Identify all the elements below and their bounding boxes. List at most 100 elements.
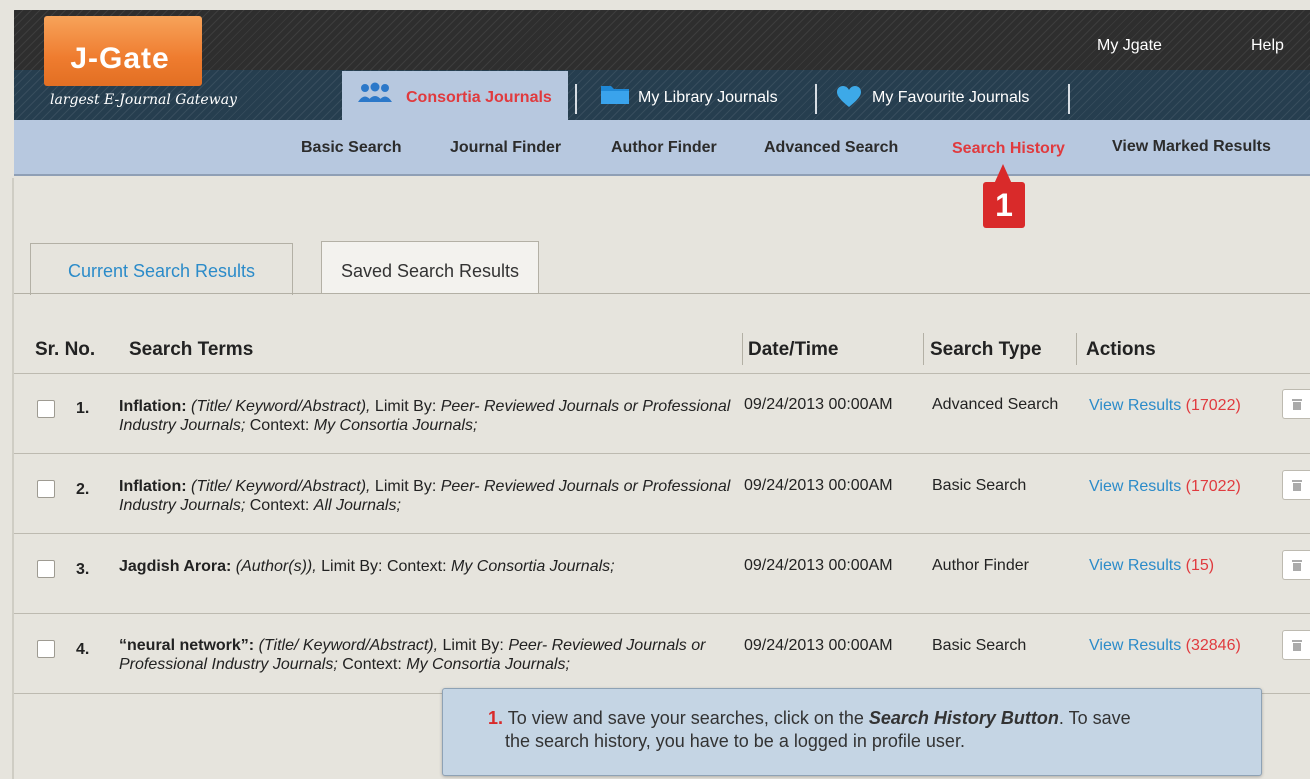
term-fields: (Title/ Keyword/Abstract), xyxy=(191,398,371,415)
delete-button[interactable] xyxy=(1282,630,1310,660)
tab-divider xyxy=(575,84,577,114)
row-number: 3. xyxy=(76,561,90,578)
header-sr-no: Sr. No. xyxy=(35,339,96,360)
instruction-part-1: To view and save your searches, click on… xyxy=(503,708,869,728)
column-separator xyxy=(742,333,743,365)
tabs-divider xyxy=(14,293,1310,294)
nav-basic-search[interactable]: Basic Search xyxy=(301,139,402,157)
search-type: Basic Search xyxy=(932,477,1027,494)
result-count: (17022) xyxy=(1185,397,1241,414)
result-count: (32846) xyxy=(1185,637,1241,654)
result-count: (15) xyxy=(1185,557,1215,574)
nav-advanced-search[interactable]: Advanced Search xyxy=(764,139,898,157)
row-divider xyxy=(14,453,1310,454)
search-datetime: 09/24/2013 00:00AM xyxy=(744,477,893,494)
term-fields: (Title/ Keyword/Abstract), xyxy=(191,478,371,495)
instruction-text: 1. To view and save your searches, click… xyxy=(488,707,1228,753)
search-type: Author Finder xyxy=(932,557,1029,574)
callout-arrow xyxy=(994,164,1012,184)
row-divider xyxy=(14,533,1310,534)
instruction-emphasis: Search History Button xyxy=(868,708,1059,728)
logo-tagline: largest E-Journal Gateway xyxy=(50,92,237,108)
folder-icon xyxy=(601,86,629,104)
term: Inflation: xyxy=(119,478,187,495)
term-fields: (Author(s)), xyxy=(235,558,317,575)
view-results-link[interactable]: View Results (17022) xyxy=(1089,397,1241,415)
header-search-terms: Search Terms xyxy=(129,339,254,360)
people-icon xyxy=(358,82,392,102)
row-checkbox[interactable] xyxy=(37,640,55,658)
search-terms: Jagdish Arora: (Author(s)), Limit By: Co… xyxy=(119,557,739,576)
context-value: My Consortia Journals; xyxy=(406,656,570,673)
delete-button[interactable] xyxy=(1282,389,1310,419)
nav-journal-finder[interactable]: Journal Finder xyxy=(450,139,561,157)
row-number: 4. xyxy=(76,641,90,658)
row-divider xyxy=(14,613,1310,614)
term: Inflation: xyxy=(119,398,187,415)
delete-button[interactable] xyxy=(1282,470,1310,500)
tab-saved-search-results[interactable]: Saved Search Results xyxy=(321,241,539,294)
tab-my-favourite-label[interactable]: My Favourite Journals xyxy=(872,89,1029,107)
nav-author-finder[interactable]: Author Finder xyxy=(611,139,717,157)
search-type: Basic Search xyxy=(932,637,1027,654)
context-value: My Consortia Journals; xyxy=(450,558,615,575)
search-terms: Inflation: (Title/ Keyword/Abstract), Li… xyxy=(119,397,739,435)
tab-divider xyxy=(1068,84,1070,114)
context-value: All Journals; xyxy=(313,497,401,514)
header-date-time: Date/Time xyxy=(748,339,839,360)
row-number: 2. xyxy=(76,481,90,498)
trash-icon xyxy=(1292,480,1302,491)
context-label: Context: xyxy=(249,417,310,434)
header-search-type: Search Type xyxy=(930,339,1042,360)
instruction-part-2: . To save xyxy=(1058,708,1131,728)
logo-text: J-Gate xyxy=(70,42,170,75)
row-divider xyxy=(14,373,1310,374)
row-checkbox[interactable] xyxy=(37,560,55,578)
trash-icon xyxy=(1292,560,1302,571)
result-count: (17022) xyxy=(1185,478,1241,495)
tab-my-library-label[interactable]: My Library Journals xyxy=(638,89,778,107)
tab-consortia-label: Consortia Journals xyxy=(406,89,552,106)
content-border xyxy=(12,178,14,779)
row-checkbox[interactable] xyxy=(37,480,55,498)
view-results-link[interactable]: View Results (17022) xyxy=(1089,478,1241,496)
context-label: Context: xyxy=(249,497,310,514)
callout-marker: 1 xyxy=(983,182,1025,228)
context-label: Context: xyxy=(342,656,402,673)
instruction-number: 1. xyxy=(488,708,504,728)
search-datetime: 09/24/2013 00:00AM xyxy=(744,396,893,413)
instruction-line-2: the search history, you have to be a log… xyxy=(505,731,965,751)
limit-label: Limit By: xyxy=(321,558,383,575)
term: Jagdish Arora: xyxy=(119,558,232,575)
search-terms: “neural network”: (Title/ Keyword/Abstra… xyxy=(119,636,739,674)
view-results-link[interactable]: View Results (32846) xyxy=(1089,637,1241,655)
trash-icon xyxy=(1292,399,1302,410)
tab-divider xyxy=(815,84,817,114)
tab-current-search-results[interactable]: Current Search Results xyxy=(30,243,293,295)
limit-label: Limit By: xyxy=(374,478,437,495)
nav-view-marked-results[interactable]: View Marked Results xyxy=(1112,138,1271,156)
row-number: 1. xyxy=(76,400,90,417)
column-separator xyxy=(1076,333,1077,365)
my-jgate-link[interactable]: My Jgate xyxy=(1097,37,1162,55)
search-datetime: 09/24/2013 00:00AM xyxy=(744,637,893,654)
trash-icon xyxy=(1292,640,1302,651)
view-results-label: View Results xyxy=(1089,397,1182,414)
view-results-label: View Results xyxy=(1089,478,1182,495)
term-fields: (Title/ Keyword/Abstract), xyxy=(258,637,439,654)
delete-button[interactable] xyxy=(1282,550,1310,580)
view-results-label: View Results xyxy=(1089,557,1182,574)
column-separator xyxy=(923,333,924,365)
header-actions: Actions xyxy=(1086,339,1156,360)
help-link[interactable]: Help xyxy=(1251,37,1284,55)
context-label: Context: xyxy=(386,558,447,575)
row-checkbox[interactable] xyxy=(37,400,55,418)
heart-icon xyxy=(837,86,861,107)
search-datetime: 09/24/2013 00:00AM xyxy=(744,557,893,574)
view-results-link[interactable]: View Results (15) xyxy=(1089,557,1214,575)
term: “neural network”: xyxy=(119,637,255,654)
search-terms: Inflation: (Title/ Keyword/Abstract), Li… xyxy=(119,477,739,515)
view-results-label: View Results xyxy=(1089,637,1182,654)
limit-label: Limit By: xyxy=(442,637,504,654)
nav-search-history[interactable]: Search History xyxy=(952,140,1065,158)
